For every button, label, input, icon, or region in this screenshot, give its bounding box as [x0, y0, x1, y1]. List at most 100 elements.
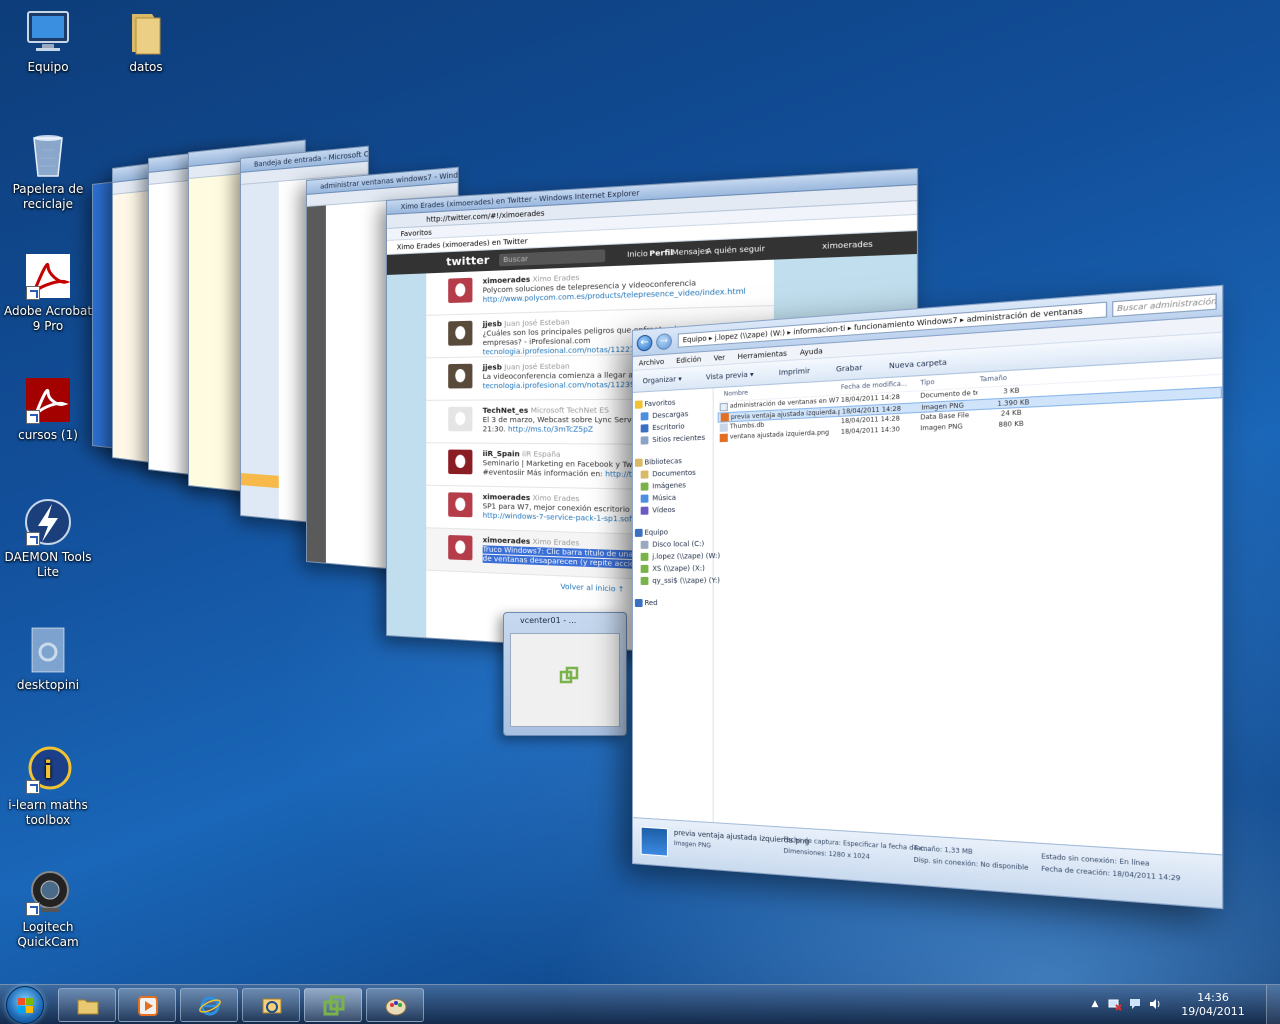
outlook-icon [262, 998, 282, 1014]
clock[interactable]: 14:36 19/04/2011 [1178, 991, 1248, 1019]
desktop-icon-datos[interactable]: datos [98, 8, 194, 75]
network-icon [634, 599, 643, 608]
explorer-window[interactable]: ← → Equipo ▸ j.lopez (\\zape) (W:) ▸ inf… [632, 284, 1224, 910]
pictures-icon [640, 482, 649, 491]
menu-edicion[interactable]: Edición [676, 355, 701, 365]
desktop-icon-equipo[interactable]: Equipo [0, 8, 96, 75]
nav-perfil[interactable]: Perfil [649, 242, 673, 265]
new-folder-button[interactable]: Nueva carpeta [889, 358, 947, 370]
nav-a-quien-seguir[interactable]: A quién seguir [706, 238, 765, 262]
twitter-user-menu[interactable]: ximoerades [822, 233, 873, 258]
recent-places-icon [640, 436, 649, 445]
file-list: Nombre Fecha de modifica... Tipo Tamaño … [717, 358, 1223, 854]
shortcut-arrow-icon [26, 780, 40, 794]
database-file-icon [719, 423, 728, 432]
show-hidden-icons-icon[interactable]: ▲ [1088, 997, 1102, 1011]
avatar [448, 320, 473, 346]
vsphere-icon [559, 666, 579, 684]
preview-button[interactable]: Vista previa ▾ [706, 370, 754, 381]
desktop-icon-papelera[interactable]: Papelera de reciclaje [0, 130, 96, 212]
start-button[interactable] [6, 986, 44, 1024]
taskbar: ▲ 14:36 19/04/2011 [0, 984, 1280, 1024]
avatar [448, 492, 473, 518]
nav-network[interactable]: Red [633, 597, 713, 609]
desktop-icon-cursos[interactable]: cursos (1) [0, 376, 96, 443]
desktop-icon-label: Papelera de reciclaje [12, 182, 84, 211]
menu-archivo[interactable]: Archivo [639, 358, 664, 368]
folder-icon [122, 8, 170, 56]
forward-arrow-icon[interactable]: → [656, 333, 672, 351]
column-type[interactable]: Tipo [920, 375, 934, 391]
drive-icon [640, 540, 649, 549]
show-desktop-button[interactable] [1266, 985, 1280, 1024]
nav-item-drive-y[interactable]: qy_ssi$ (\\zape) (Y:) [633, 574, 720, 587]
daemon-tools-icon [24, 498, 72, 546]
desktop-icon-acrobat[interactable]: Adobe Acrobat 9 Pro [0, 252, 96, 334]
acrobat-icon [24, 252, 72, 300]
star-icon [634, 400, 643, 409]
menu-ayuda[interactable]: Ayuda [800, 347, 823, 357]
network-drive-icon [640, 576, 649, 585]
taskbar-outlook-button[interactable] [242, 988, 300, 1022]
print-button[interactable]: Imprimir [779, 367, 810, 377]
column-name[interactable]: Nombre [724, 386, 748, 402]
burn-button[interactable]: Grabar [836, 364, 862, 374]
search-input[interactable]: Buscar administración de ventanas [1112, 293, 1217, 318]
network-status-icon[interactable] [1108, 997, 1122, 1011]
desktop-icon-label: Logitech QuickCam [17, 920, 79, 949]
menu-ver[interactable]: Ver [714, 354, 726, 363]
desktop-icon-ilearn[interactable]: i i-learn maths toolbox [0, 746, 96, 828]
desktop-icon-label: i-learn maths toolbox [8, 798, 88, 827]
text-file-icon [719, 402, 728, 412]
image-file-icon [720, 413, 729, 422]
music-icon [640, 494, 649, 503]
taskbar-media-player-button[interactable] [118, 988, 176, 1022]
desktop-icon-label: desktopini [16, 678, 80, 692]
media-player-icon [138, 996, 158, 1016]
twitter-search-input[interactable]: Buscar [499, 249, 606, 267]
avatar [448, 363, 473, 389]
vcenter-window[interactable]: vcenter01 - ... [503, 612, 627, 736]
action-center-icon[interactable] [1128, 997, 1142, 1011]
pdf-icon [24, 376, 72, 424]
taskbar-vsphere-button[interactable] [304, 988, 362, 1022]
favorites-label[interactable]: Favoritos [401, 229, 432, 239]
desktop-icon [640, 424, 649, 433]
back-arrow-icon[interactable]: ← [636, 334, 653, 352]
column-size[interactable]: Tamaño [980, 371, 1007, 388]
window-title: vcenter01 - ... [520, 616, 577, 625]
system-tray: ▲ 14:36 19/04/2011 [1080, 985, 1280, 1024]
file-thumbnail [640, 826, 668, 857]
explorer-icon [77, 999, 99, 1015]
desktop-icon-quickcam[interactable]: Logitech QuickCam [0, 868, 96, 950]
twitter-logo[interactable]: twitter [446, 253, 489, 268]
nav-item-drive-w[interactable]: j.lopez (\\zape) (W:) [633, 550, 720, 563]
recycle-bin-icon [24, 130, 72, 178]
avatar [448, 449, 473, 475]
desktop-icon-daemon[interactable]: DAEMON Tools Lite [0, 498, 96, 580]
nav-item-sitios-recientes[interactable]: Sitios recientes [633, 431, 713, 447]
avatar [448, 534, 473, 561]
nav-item-videos[interactable]: Vídeos [633, 503, 713, 517]
volume-icon[interactable] [1148, 997, 1162, 1011]
nav-item-disco-c[interactable]: Disco local (C:) [633, 538, 713, 551]
documents-icon [640, 470, 649, 479]
taskbar-paint-button[interactable] [366, 988, 424, 1022]
taskbar-explorer-button[interactable] [58, 988, 116, 1022]
desktop-icon-label: cursos (1) [18, 428, 78, 442]
desktop-icon-label: datos [129, 60, 163, 74]
computer-icon [24, 8, 72, 56]
internet-explorer-icon [199, 996, 221, 1016]
nav-inicio[interactable]: Inicio [627, 243, 648, 265]
settings-file-icon [24, 626, 72, 674]
nav-item-drive-x[interactable]: XS (\\zape) (X:) [633, 562, 713, 575]
desktop-icon-desktopini[interactable]: desktopini [0, 626, 96, 693]
clock-date: 19/04/2011 [1181, 1005, 1245, 1018]
svg-text:i: i [44, 756, 52, 784]
network-drive-icon [640, 564, 649, 573]
nav-mensajes[interactable]: Mensajes [672, 240, 709, 263]
organize-button[interactable]: Organizar ▾ [643, 375, 682, 385]
menu-herramientas[interactable]: Herramientas [738, 349, 787, 361]
computer-icon [634, 528, 643, 537]
taskbar-internet-explorer-button[interactable] [180, 988, 238, 1022]
